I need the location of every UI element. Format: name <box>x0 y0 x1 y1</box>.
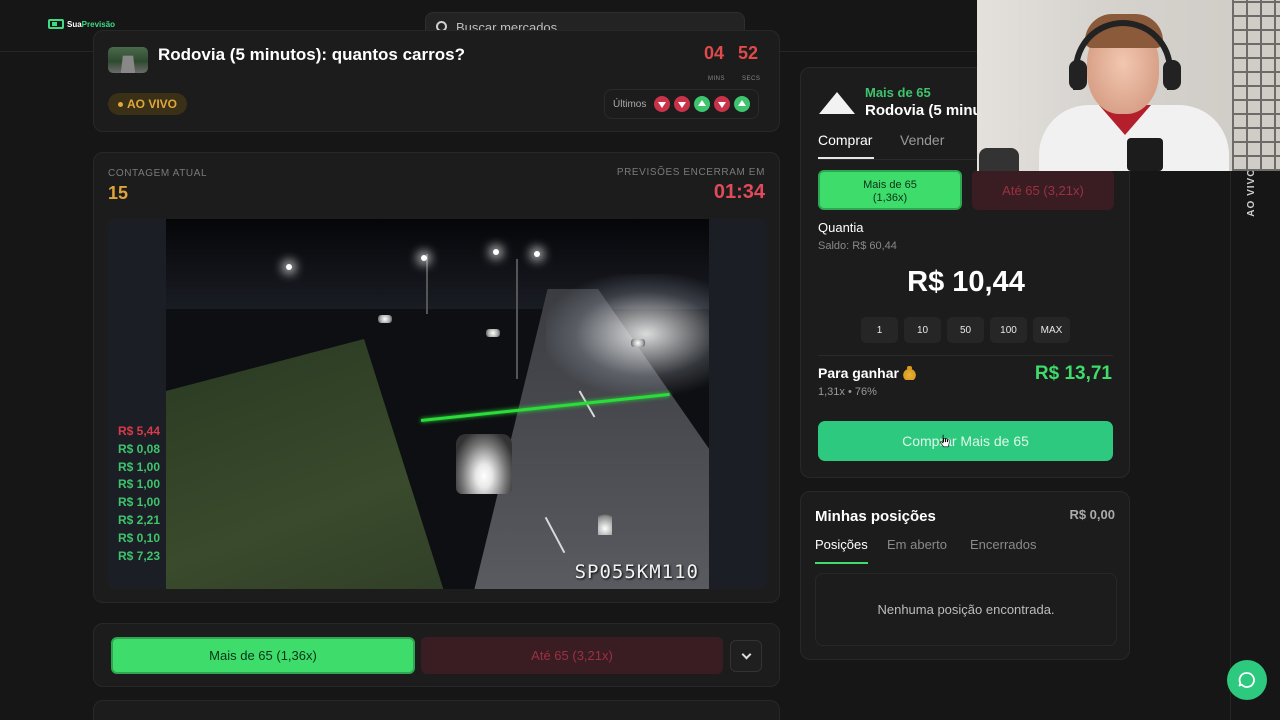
gain-multiplier: 1,31x • 76% <box>818 386 877 398</box>
bet-amount: R$ 1,00 <box>118 459 161 474</box>
recent-results: Últimos <box>604 89 760 119</box>
market-up-icon <box>819 92 855 114</box>
logo-icon <box>48 19 64 29</box>
trade-outcome: Mais de 65 <box>865 85 931 100</box>
camera-feed: SP055KM110 <box>166 219 709 589</box>
chip-100[interactable]: 100 <box>990 317 1027 343</box>
bet-amount: R$ 2,21 <box>118 512 161 527</box>
brand-name-suffix: Previsão <box>81 19 116 29</box>
result-up-icon <box>734 96 751 112</box>
chip-50[interactable]: 50 <box>947 317 984 343</box>
market-header-card: Rodovia (5 minutos): quantos carros? 04 … <box>93 30 780 132</box>
quick-amount-chips: 1 10 50 100 MAX <box>861 317 1070 343</box>
mini-timer-secs-label: SECS <box>742 76 761 82</box>
option-more-odds: (1,36x) <box>872 192 908 204</box>
positions-total: R$ 0,00 <box>1069 507 1115 522</box>
gain-label-text: Para ganhar <box>818 365 899 381</box>
bet-amount: R$ 1,00 <box>118 495 161 510</box>
mini-timer-seconds: 52 <box>738 43 759 63</box>
tab-closed[interactable]: Encerrados <box>970 537 1036 552</box>
bet-amount: R$ 5,44 <box>118 424 161 438</box>
side-live-label[interactable]: AO VIVO <box>1246 168 1257 217</box>
result-down-icon <box>674 96 691 112</box>
empty-positions-message: Nenhuma posição encontrada. <box>815 573 1117 646</box>
chat-button[interactable] <box>1227 660 1267 700</box>
live-video[interactable]: SP055KM110 R$ 5,44 R$ 0,08 R$ 1,00 R$ 1,… <box>108 219 767 589</box>
vehicle <box>598 509 612 535</box>
positions-title: Minhas posições <box>815 508 936 525</box>
vehicle <box>631 339 645 347</box>
active-tab-indicator <box>815 562 868 564</box>
market-title: Rodovia (5 minutos): quantos carros? <box>158 45 465 64</box>
current-count-label: CONTAGEM ATUAL <box>108 168 208 179</box>
expand-button[interactable] <box>730 640 762 672</box>
quantity-label: Quantia <box>818 220 864 235</box>
market-thumbnail <box>108 47 148 73</box>
tab-buy[interactable]: Comprar <box>818 132 872 148</box>
predictions-close-label: PREVISÕES ENCERRAM EM <box>616 167 765 178</box>
result-down-icon <box>654 96 671 112</box>
potential-gain-value: R$ 13,71 <box>1034 363 1112 384</box>
streetlight <box>421 255 427 261</box>
bet-less-button[interactable]: Até 65 (3,21x) <box>421 637 723 674</box>
chip-1[interactable]: 1 <box>861 317 898 343</box>
bet-amount: R$ 7,23 <box>118 548 161 563</box>
buy-button[interactable]: Comprar Mais de 65 <box>818 421 1113 461</box>
chip-max[interactable]: MAX <box>1033 317 1070 343</box>
amount-input[interactable]: R$ 10,44 <box>801 266 1131 299</box>
positions-panel: Minhas posições R$ 0,00 Posições Em aber… <box>800 491 1130 660</box>
brand-name-prefix: Sua <box>67 19 82 29</box>
live-badge: AO VIVO <box>108 93 188 115</box>
tab-open[interactable]: Em aberto <box>887 537 947 552</box>
gas-station-glow <box>546 274 709 394</box>
mini-timer-mins-label: MINS <box>708 76 725 82</box>
vehicle <box>378 315 392 323</box>
option-more-button[interactable]: Mais de 65 (1,36x) <box>818 170 962 210</box>
balance-text: Saldo: R$ 60,44 <box>818 240 897 252</box>
option-more-label: Mais de 65 <box>863 179 917 191</box>
vehicle <box>456 434 512 494</box>
mini-timer-minutes: 04 <box>704 43 725 63</box>
potential-gain-label: Para ganhar <box>818 365 916 381</box>
next-card <box>93 700 780 720</box>
tab-sell[interactable]: Vender <box>900 132 944 148</box>
chevron-down-icon <box>741 649 751 660</box>
money-bag-icon <box>902 366 916 380</box>
camera-id: SP055KM110 <box>574 561 699 583</box>
streetlight <box>286 264 292 270</box>
current-count-value: 15 <box>108 183 129 203</box>
bet-amount: R$ 1,00 <box>118 477 161 492</box>
microphone <box>1127 138 1163 171</box>
vehicle <box>486 329 500 337</box>
recent-results-label: Últimos <box>613 98 647 110</box>
streetlight <box>534 251 540 257</box>
live-label: AO VIVO <box>127 97 178 111</box>
result-up-icon <box>694 96 711 112</box>
recent-bets-feed: R$ 5,44 R$ 0,08 R$ 1,00 R$ 1,00 R$ 1,00 … <box>118 423 160 564</box>
grass-median <box>166 339 447 589</box>
stream-card: CONTAGEM ATUAL 15 PREVISÕES ENCERRAM EM … <box>93 152 780 603</box>
live-dot-icon <box>118 101 123 107</box>
bet-amount: R$ 0,08 <box>118 441 161 456</box>
predictions-close-timer: 01:34 <box>713 181 765 203</box>
quick-bet-card: Mais de 65 (1,36x) Até 65 (3,21x) <box>93 623 780 687</box>
webcam-overlay <box>977 0 1280 171</box>
bet-amount: R$ 0,10 <box>118 530 161 545</box>
option-less-button[interactable]: Até 65 (3,21x) <box>972 170 1114 210</box>
bet-more-button[interactable]: Mais de 65 (1,36x) <box>111 637 415 674</box>
streetlight <box>493 249 499 255</box>
mouse-cursor-icon <box>940 434 950 448</box>
chip-10[interactable]: 10 <box>904 317 941 343</box>
result-down-icon <box>714 96 731 112</box>
tab-positions[interactable]: Posições <box>815 537 868 552</box>
brand-logo[interactable]: SuaPrevisão <box>48 19 115 29</box>
chat-bubble-icon <box>1238 672 1255 688</box>
